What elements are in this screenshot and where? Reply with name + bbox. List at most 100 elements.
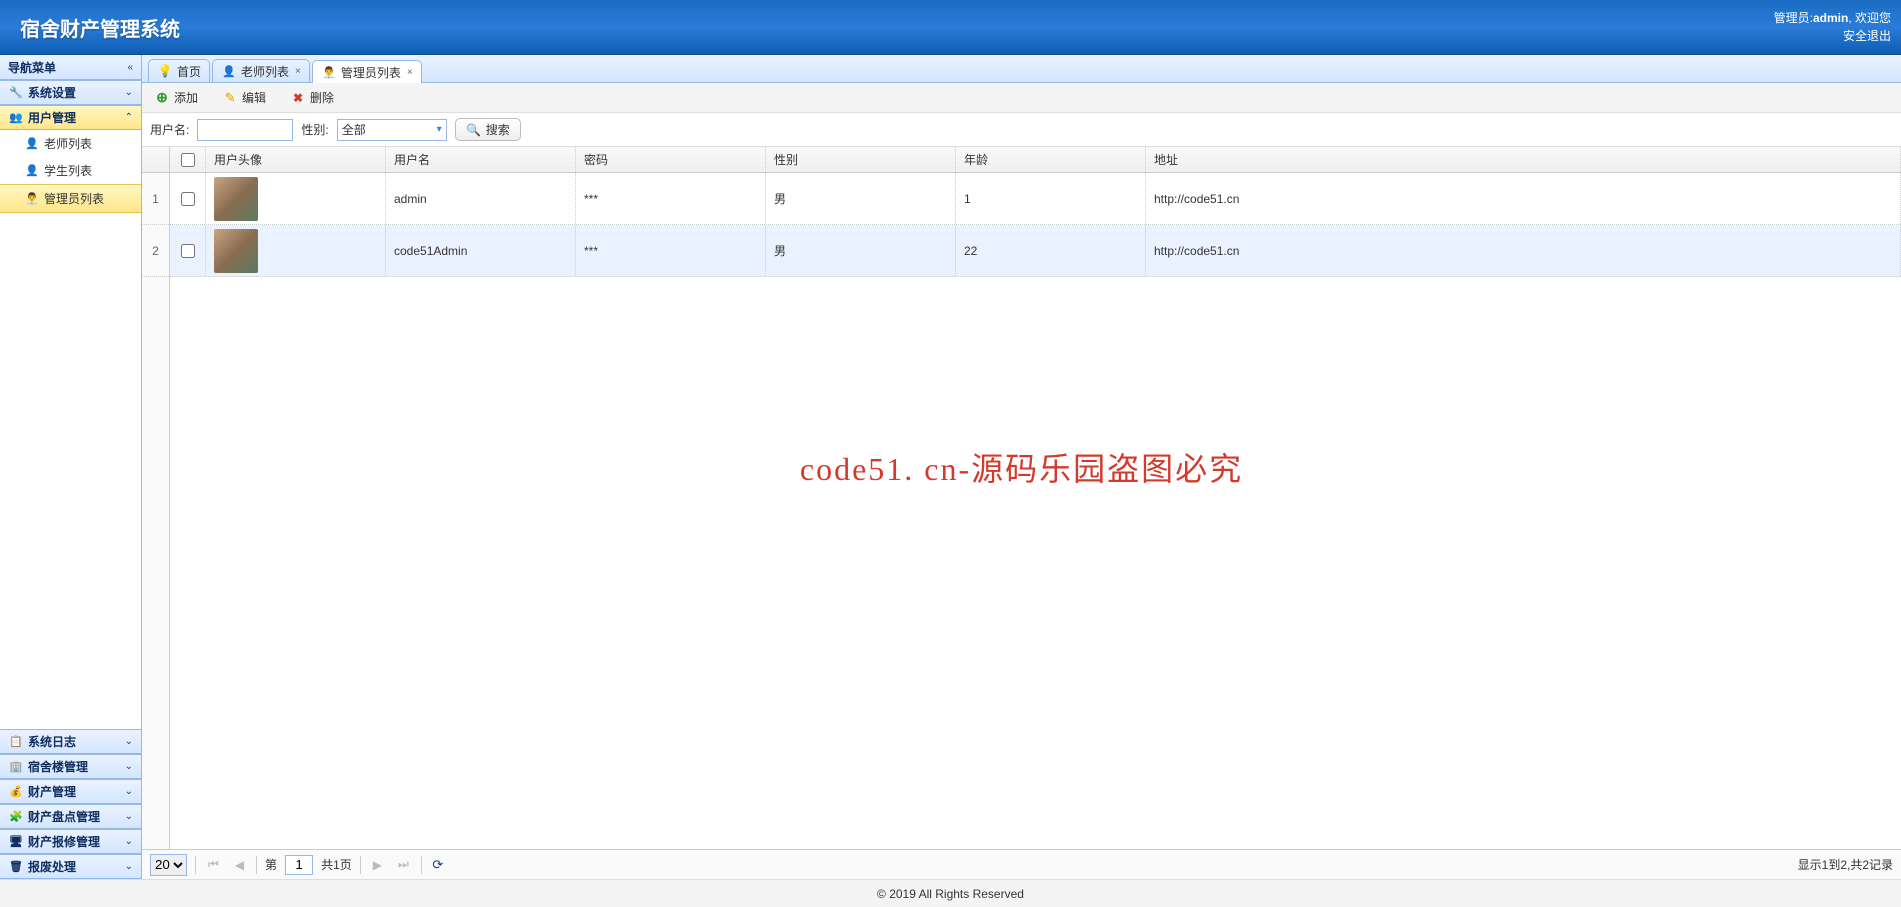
column-address[interactable]: 地址: [1146, 147, 1901, 172]
column-age[interactable]: 年龄: [956, 147, 1146, 172]
users-icon: [8, 110, 24, 126]
sidebar-item-label: 老师列表: [44, 135, 92, 152]
user-icon: [24, 163, 40, 179]
refresh-button[interactable]: [430, 857, 446, 873]
panel-inventory-management[interactable]: 财产盘点管理 ⌄: [0, 804, 141, 829]
page-total: 共1页: [321, 856, 352, 873]
puzzle-icon: [8, 809, 24, 825]
searchbar: 用户名: 性别: 全部 ▾ 搜索: [142, 113, 1901, 147]
cell-password: ***: [576, 225, 766, 276]
add-button[interactable]: 添加: [150, 87, 202, 108]
cell-username: code51Admin: [386, 225, 576, 276]
button-label: 删除: [310, 89, 334, 106]
panel-label: 财产报修管理: [28, 833, 100, 850]
tab-teachers[interactable]: 老师列表 ×: [212, 59, 310, 82]
bulb-icon: [157, 63, 173, 79]
select-all-checkbox[interactable]: [181, 153, 195, 167]
username-input[interactable]: [197, 119, 293, 141]
panel-dorm-management[interactable]: 宿舍楼管理 ⌄: [0, 754, 141, 779]
cell-age: 22: [956, 225, 1146, 276]
row-checkbox[interactable]: [181, 192, 195, 206]
trash-icon: [8, 859, 24, 875]
nav-menu-header[interactable]: 导航菜单 «: [0, 55, 141, 80]
delete-icon: [290, 90, 306, 106]
admin-label: 管理员:: [1774, 11, 1813, 25]
panel-label: 财产管理: [28, 783, 76, 800]
pager-info: 显示1到2,共2记录: [1798, 856, 1893, 873]
table-row[interactable]: code51Admin *** 男 22 http://code51.cn: [170, 225, 1901, 277]
combo-value: 全部: [342, 121, 366, 138]
last-page-button[interactable]: ⏭: [394, 855, 413, 874]
gender-combobox[interactable]: 全部 ▾: [337, 119, 447, 141]
panel-label: 报废处理: [28, 858, 76, 875]
nav-menu-title: 导航菜单: [8, 59, 56, 76]
chevron-down-icon: ⌄: [125, 761, 133, 772]
column-password[interactable]: 密码: [576, 147, 766, 172]
tab-home[interactable]: 首页: [148, 59, 210, 82]
edit-button[interactable]: 编辑: [218, 87, 270, 108]
panel-user-management[interactable]: 用户管理 ⌃: [0, 105, 141, 130]
main-content: 首页 老师列表 × 管理员列表 × 添加 编辑: [142, 55, 1901, 879]
page-prefix: 第: [265, 856, 277, 873]
delete-button[interactable]: 删除: [286, 87, 338, 108]
wrench-icon: [8, 85, 24, 101]
panel-repair-management[interactable]: 财产报修管理 ⌄: [0, 829, 141, 854]
panel-body-user-management: 老师列表 学生列表 管理员列表: [0, 130, 141, 729]
chevron-down-icon: ▾: [437, 124, 442, 135]
chevron-down-icon: ⌄: [125, 786, 133, 797]
avatar-image: [214, 177, 258, 221]
row-number-column: 1 2: [142, 147, 170, 849]
welcome-text: , 欢迎您: [1848, 11, 1891, 25]
chevron-down-icon: ⌄: [125, 736, 133, 747]
logout-link[interactable]: 安全退出: [1843, 29, 1891, 43]
admin-name: admin: [1813, 11, 1848, 25]
panel-property-management[interactable]: 财产管理 ⌄: [0, 779, 141, 804]
tab-label: 管理员列表: [341, 64, 401, 81]
tabbar: 首页 老师列表 × 管理员列表 ×: [142, 55, 1901, 83]
admin-icon: [321, 64, 337, 80]
sidebar-item-teachers[interactable]: 老师列表: [0, 130, 141, 157]
panel-scrap-handling[interactable]: 报废处理 ⌄: [0, 854, 141, 879]
grid-header: 用户头像 用户名 密码 性别 年龄 地址: [170, 147, 1901, 173]
close-icon[interactable]: ×: [407, 67, 413, 78]
close-icon[interactable]: ×: [295, 66, 301, 77]
row-checkbox[interactable]: [181, 244, 195, 258]
panel-label: 系统日志: [28, 733, 76, 750]
chevron-down-icon: ⌄: [125, 836, 133, 847]
column-username[interactable]: 用户名: [386, 147, 576, 172]
panel-system-settings[interactable]: 系统设置 ⌄: [0, 80, 141, 105]
prev-page-button[interactable]: ◀: [231, 856, 248, 874]
column-avatar[interactable]: 用户头像: [206, 147, 386, 172]
page-number-input[interactable]: [285, 855, 313, 875]
avatar-image: [214, 229, 258, 273]
app-header: 宿舍财产管理系统 管理员:admin, 欢迎您 安全退出: [0, 0, 1901, 55]
tab-label: 首页: [177, 63, 201, 80]
button-label: 编辑: [242, 89, 266, 106]
chevron-down-icon: ⌄: [125, 861, 133, 872]
panel-label: 用户管理: [28, 109, 76, 126]
sidebar-item-students[interactable]: 学生列表: [0, 157, 141, 184]
search-icon: [466, 122, 482, 138]
copyright: © 2019 All Rights Reserved: [877, 887, 1024, 901]
row-number: 2: [142, 225, 169, 277]
cell-age: 1: [956, 173, 1146, 224]
next-page-button[interactable]: ▶: [369, 856, 386, 874]
search-button[interactable]: 搜索: [455, 118, 521, 141]
page-size-select[interactable]: 20: [150, 854, 187, 876]
column-gender[interactable]: 性别: [766, 147, 956, 172]
cell-username: admin: [386, 173, 576, 224]
chevron-down-icon: ⌄: [125, 811, 133, 822]
panel-label: 宿舍楼管理: [28, 758, 88, 775]
collapse-left-icon: «: [127, 62, 133, 73]
username-label: 用户名:: [150, 121, 189, 138]
first-page-button[interactable]: ⏮: [204, 855, 223, 874]
footer: © 2019 All Rights Reserved: [0, 879, 1901, 907]
sidebar-item-admins[interactable]: 管理员列表: [0, 184, 141, 213]
money-icon: [8, 784, 24, 800]
tab-admins[interactable]: 管理员列表 ×: [312, 60, 422, 83]
cell-address: http://code51.cn: [1146, 173, 1901, 224]
table-row[interactable]: admin *** 男 1 http://code51.cn: [170, 173, 1901, 225]
toolbar: 添加 编辑 删除: [142, 83, 1901, 113]
edit-icon: [222, 90, 238, 106]
panel-system-log[interactable]: 系统日志 ⌄: [0, 729, 141, 754]
